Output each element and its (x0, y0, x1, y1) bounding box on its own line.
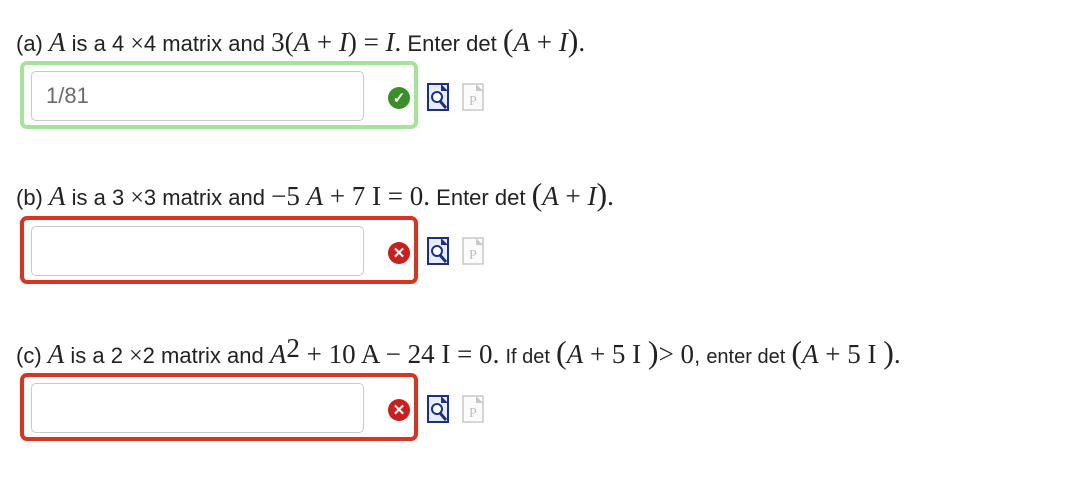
math-text: + (310, 27, 339, 57)
paren: ( (531, 176, 543, 212)
prompt-text: Enter det (436, 185, 526, 210)
x-glyph: ✕ (392, 402, 406, 419)
math-var: A (293, 27, 311, 57)
math-var: A (49, 27, 66, 57)
math-var: A (802, 339, 819, 369)
math-var: I (338, 27, 348, 57)
math-text: . (893, 339, 901, 369)
x-glyph: ✕ (392, 245, 406, 262)
p-document-icon[interactable]: P (462, 83, 484, 111)
correct-checkmark-icon: ✓ (388, 87, 410, 109)
paren: ( (791, 334, 803, 370)
prompt-text: enter det (706, 346, 786, 368)
preview-magnifier-icon[interactable] (427, 83, 449, 111)
math-text: + 10 A − 24 I = 0 (299, 339, 493, 369)
preview-magnifier-icon[interactable] (427, 395, 449, 423)
math-text: + 5 I (583, 339, 648, 369)
prompt-text: is a 4 (71, 31, 125, 56)
times-symbol: × (130, 31, 144, 57)
prompt-text: is a 3 (71, 185, 125, 210)
math-var: I (385, 27, 395, 57)
answer-input-a[interactable] (31, 71, 364, 121)
paren: ) (883, 334, 894, 370)
paren: ( (502, 22, 514, 58)
math-text: . (578, 27, 586, 57)
question-label: (c) (16, 343, 42, 368)
math-text: ) = (347, 27, 386, 57)
p-document-icon[interactable]: P (462, 237, 484, 265)
math-var: A (542, 181, 559, 211)
answer-input-c[interactable] (31, 383, 364, 433)
question-c-prompt: (c) A is a 2 ×2 matrix and A2 + 10 A − 2… (16, 333, 901, 371)
math-text: > 0 (658, 339, 695, 369)
answer-frame-a: ✓ (20, 61, 418, 129)
prompt-text: Enter det (407, 31, 497, 56)
answer-input-b[interactable] (31, 226, 364, 276)
math-text: . (607, 181, 614, 211)
math-text: + (558, 181, 588, 211)
prompt-text: is a 2 (70, 343, 123, 368)
question-a-prompt: (a) A is a 4 ×4 matrix and 3(A + I) = I.… (16, 22, 585, 59)
math-text: + 5 I (818, 339, 884, 369)
math-text: + (529, 27, 559, 57)
svg-text:P: P (469, 94, 477, 109)
check-glyph: ✓ (392, 90, 406, 107)
math-var: A (47, 339, 65, 369)
answer-frame-b: ✕ (20, 216, 418, 284)
paren: ) (567, 22, 579, 58)
incorrect-x-icon: ✕ (388, 242, 410, 264)
math-text: −5 (271, 181, 307, 211)
times-symbol: × (130, 185, 144, 211)
math-text: . (394, 27, 402, 57)
math-var: I (558, 27, 568, 57)
math-text: + 7 I = 0 (323, 181, 424, 211)
preview-magnifier-icon[interactable] (427, 237, 449, 265)
answer-frame-c: ✕ (20, 373, 418, 441)
paren: ) (647, 334, 659, 370)
svg-text:P: P (469, 406, 477, 421)
math-var: A (513, 27, 530, 57)
svg-text:P: P (469, 248, 477, 263)
incorrect-x-icon: ✕ (388, 399, 410, 421)
prompt-text: 2 matrix and (142, 343, 264, 368)
prompt-text: 3 matrix and (143, 185, 265, 210)
math-var: A (306, 181, 324, 211)
math-text: . (423, 181, 431, 211)
paren: ( (556, 334, 567, 370)
question-label: (a) (16, 31, 43, 56)
math-var: A (566, 339, 584, 369)
prompt-text: If det (505, 346, 550, 368)
math-text: 3( (271, 27, 294, 57)
question-b-prompt: (b) A is a 3 ×3 matrix and −5 A + 7 I = … (16, 176, 614, 213)
prompt-text: , (694, 343, 701, 368)
paren: ) (596, 176, 608, 212)
math-superscript: 2 (286, 333, 300, 363)
math-var: A (49, 181, 66, 211)
question-label: (b) (16, 185, 43, 210)
times-symbol: × (129, 343, 143, 369)
p-document-icon[interactable]: P (462, 395, 484, 423)
prompt-text: 4 matrix and (143, 31, 265, 56)
math-text: . (492, 339, 500, 369)
math-var: A (269, 339, 287, 369)
